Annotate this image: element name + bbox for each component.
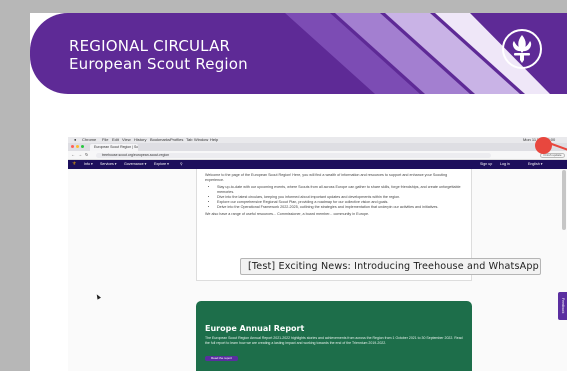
scout-logo-icon[interactable]: ⚜	[72, 160, 76, 169]
banner-title-line2: European Scout Region	[69, 55, 248, 73]
browser-tab[interactable]: European Scout Region | Scou...	[90, 144, 138, 151]
annual-report-body: The European Scout Region Annual Report …	[205, 336, 463, 345]
site-nav: ⚜ Info ▾ Services ▾ Governance ▾ Explore…	[68, 160, 567, 169]
log-in-link[interactable]: Log in	[500, 160, 510, 169]
address-bar: ← → ↻ treehouse.scout.org/european-scout…	[68, 151, 567, 160]
nav-item-explore[interactable]: Explore ▾	[154, 160, 169, 169]
forward-icon[interactable]: →	[78, 152, 82, 158]
notification-tooltip: [Test] Exciting News: Introducing Treeho…	[240, 258, 541, 275]
back-icon[interactable]: ←	[71, 152, 75, 158]
annual-report-card: Europe Annual Report The European Scout …	[196, 301, 472, 371]
banner-title-line1: REGIONAL CIRCULAR	[69, 37, 231, 55]
feedback-tab[interactable]: Feedback	[558, 292, 567, 320]
list-item: Stay up-to-date with our upcoming events…	[217, 185, 463, 195]
language-select[interactable]: English ▾	[528, 160, 543, 169]
minimize-window-icon[interactable]	[76, 145, 79, 148]
nav-item-governance[interactable]: Governance ▾	[124, 160, 146, 169]
list-item: Delve into the Operational Framework 202…	[217, 205, 463, 210]
tab-bar: European Scout Region | Scou...	[68, 143, 567, 151]
close-window-icon[interactable]	[71, 145, 74, 148]
slide: REGIONAL CIRCULAR European Scout Region …	[30, 13, 567, 371]
read-report-button[interactable]: Read the report	[205, 356, 238, 361]
search-icon[interactable]: ⚲	[180, 160, 183, 169]
scrollbar[interactable]	[562, 170, 566, 230]
browser-screenshot: ● Chrome File Edit View History Bookmark…	[68, 137, 567, 371]
intro-text: Welcome to the page of the European Scou…	[205, 173, 448, 182]
nav-item-info[interactable]: Info ▾	[84, 160, 93, 169]
zoom-window-icon[interactable]	[81, 145, 84, 148]
circular-banner: REGIONAL CIRCULAR European Scout Region	[30, 13, 567, 94]
scout-fleur-de-lis-icon	[502, 29, 542, 69]
resources-text: We also have a range of useful resources…	[205, 212, 370, 216]
url-field[interactable]: treehouse.scout.org/european-scout-regio…	[96, 153, 491, 158]
annual-report-title: Europe Annual Report	[205, 324, 305, 333]
nav-item-services[interactable]: Services ▾	[100, 160, 117, 169]
banner-title: REGIONAL CIRCULAR European Scout Region	[69, 37, 248, 73]
recording-dot	[535, 137, 552, 154]
reload-icon[interactable]: ↻	[85, 152, 88, 158]
bullet-list: Stay up-to-date with our upcoming events…	[217, 185, 463, 210]
sign-up-link[interactable]: Sign up	[480, 160, 492, 169]
